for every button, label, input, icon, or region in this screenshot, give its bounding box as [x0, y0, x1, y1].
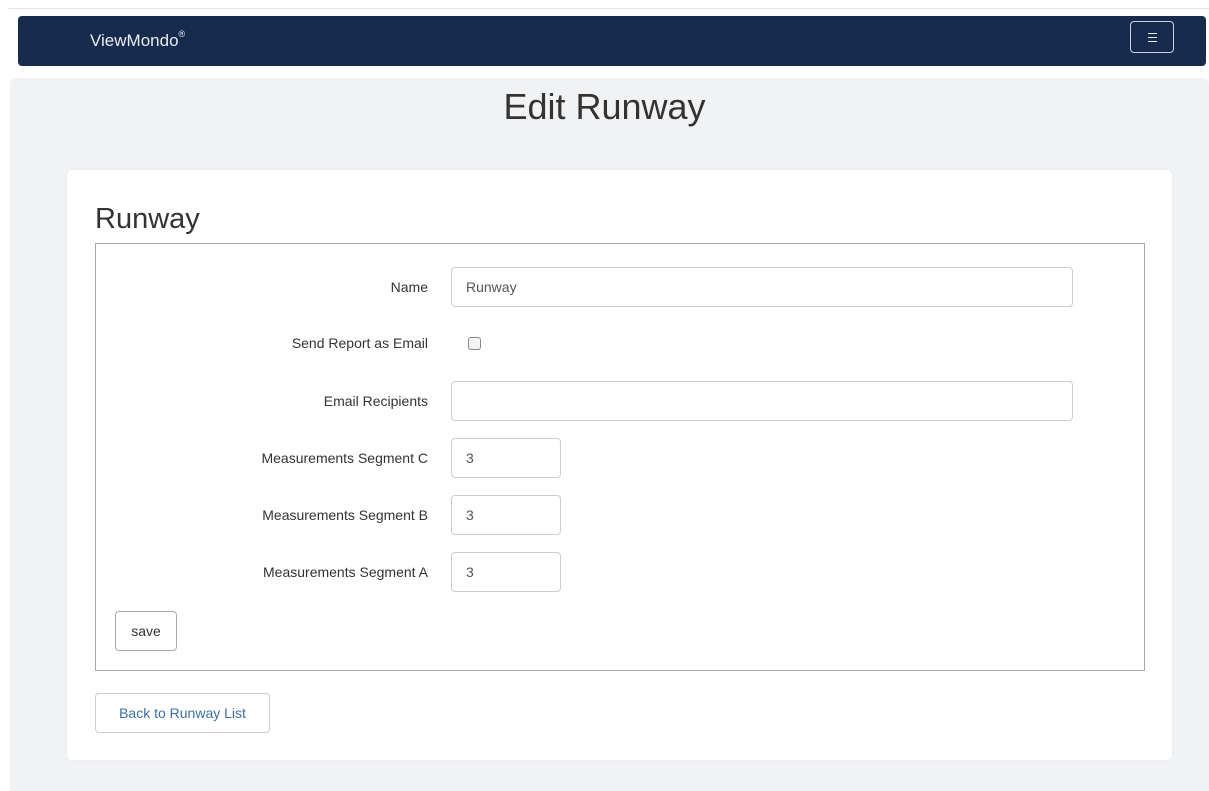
menu-toggle-button[interactable]	[1130, 21, 1174, 53]
email-recipients-row: Email Recipients	[96, 381, 1144, 421]
send-report-label: Send Report as Email	[291, 335, 428, 351]
email-recipients-label: Email Recipients	[323, 393, 428, 409]
name-input[interactable]	[451, 267, 1073, 307]
page-title: Edit Runway	[503, 86, 706, 127]
segment-c-row: Measurements Segment C	[96, 438, 1144, 478]
runway-card: Runway Name Send Report as Email Email R…	[67, 170, 1172, 760]
brand-logo[interactable]: ViewMondo®	[90, 29, 186, 51]
email-recipients-input[interactable]	[451, 381, 1073, 421]
segment-b-input[interactable]	[451, 495, 561, 535]
runway-form: Name Send Report as Email Email Recipien…	[95, 243, 1145, 671]
save-button[interactable]: save	[115, 611, 177, 651]
card-title: Runway	[95, 203, 200, 235]
segment-c-label: Measurements Segment C	[261, 450, 428, 466]
segment-a-input[interactable]	[451, 552, 561, 592]
top-divider	[8, 8, 1209, 9]
back-to-runway-list-button[interactable]: Back to Runway List	[95, 693, 270, 733]
send-report-checkbox[interactable]	[468, 337, 481, 350]
top-navbar: ViewMondo®	[18, 16, 1206, 66]
segment-a-row: Measurements Segment A	[96, 552, 1144, 592]
segment-b-label: Measurements Segment B	[262, 507, 428, 523]
name-row: Name	[96, 267, 1144, 307]
hamburger-menu-icon	[1147, 32, 1157, 42]
segment-c-input[interactable]	[451, 438, 561, 478]
segment-b-row: Measurements Segment B	[96, 495, 1144, 535]
brand-name: ViewMondo	[90, 31, 179, 50]
send-report-row: Send Report as Email	[96, 323, 1144, 363]
registered-mark: ®	[178, 29, 186, 40]
name-label: Name	[390, 279, 428, 295]
segment-a-label: Measurements Segment A	[263, 564, 428, 580]
